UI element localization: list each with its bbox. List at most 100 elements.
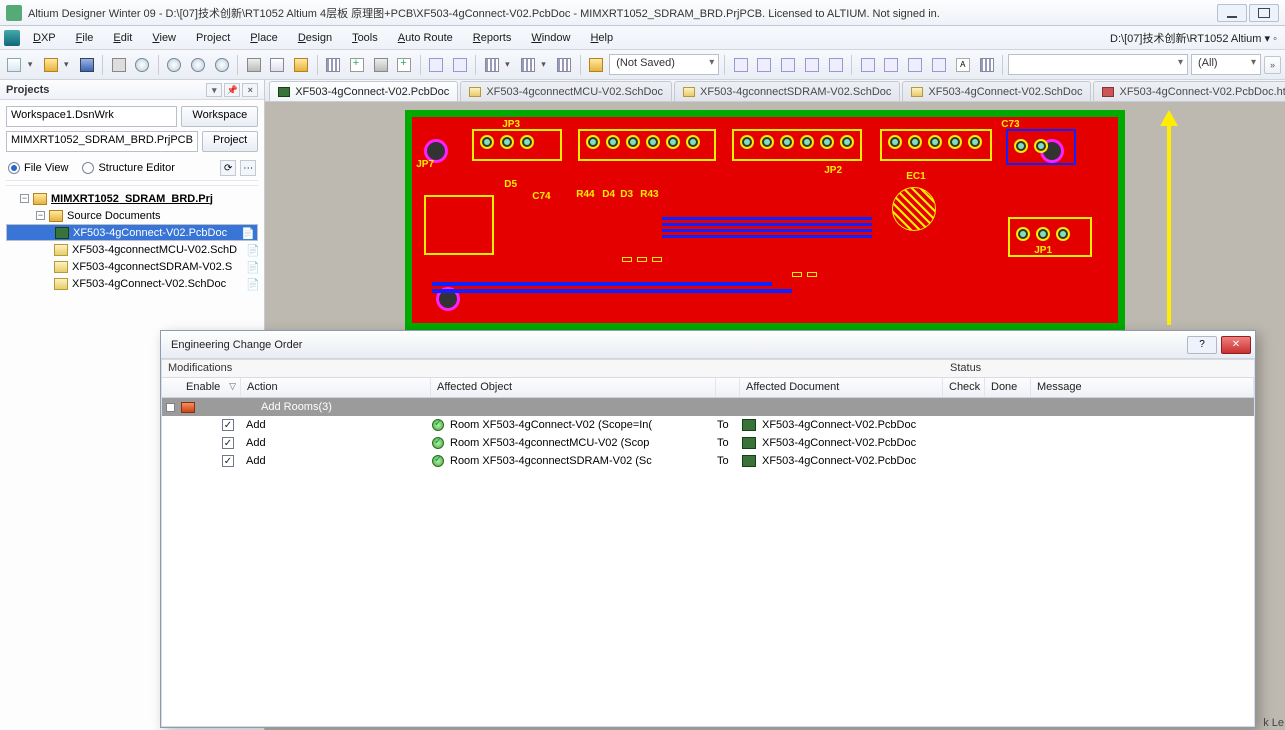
eco-row-3[interactable]: ✓ Add Room XF503-4gconnectSDRAM-V02 (Sc … xyxy=(162,452,1254,470)
menu-autoroute[interactable]: Auto Route xyxy=(389,29,462,47)
place-poly[interactable] xyxy=(929,54,950,76)
col-enable[interactable]: Enable▽ xyxy=(162,378,241,397)
fileview-radio[interactable] xyxy=(8,162,20,174)
undo-button[interactable] xyxy=(426,54,447,76)
eco-row-1[interactable]: ✓ Add Room XF503-4gConnect-V02 (Scope=In… xyxy=(162,416,1254,434)
filter-dropdown[interactable] xyxy=(1008,54,1188,75)
clear[interactable] xyxy=(394,54,415,76)
print-button[interactable] xyxy=(108,54,129,76)
col-affdoc[interactable]: Affected Document xyxy=(740,378,943,397)
options-icon[interactable]: ⋯ xyxy=(240,160,256,176)
menu-help[interactable]: Help xyxy=(581,29,622,47)
place-arc[interactable] xyxy=(881,54,902,76)
tb-extra-3[interactable] xyxy=(554,54,575,76)
place-dim[interactable] xyxy=(976,54,997,76)
zoom-sel[interactable] xyxy=(211,54,232,76)
menu-reports[interactable]: Reports xyxy=(464,29,521,47)
snapshot-dropdown[interactable]: (Not Saved) xyxy=(609,54,719,75)
structure-radio[interactable] xyxy=(82,162,94,174)
col-msg[interactable]: Message xyxy=(1031,378,1254,397)
col-check[interactable]: Check xyxy=(943,378,985,397)
toggle-icon[interactable]: − xyxy=(20,194,29,203)
save-button[interactable] xyxy=(76,54,97,76)
tree-doc-pcb[interactable]: XF503-4gConnect-V02.PcbDoc 📄 xyxy=(6,224,258,241)
menu-edit[interactable]: Edit xyxy=(104,29,141,47)
enable-checkbox[interactable]: ✓ xyxy=(222,455,234,467)
tb-extra-1d[interactable]: ▾ xyxy=(505,59,514,70)
tree-doc-sch1[interactable]: XF503-4gconnectMCU-V02.SchD 📄 xyxy=(6,241,258,258)
place-via[interactable] xyxy=(802,54,823,76)
place-string[interactable]: A xyxy=(952,54,973,76)
minimize-button[interactable] xyxy=(1217,4,1247,22)
toolbar-overflow[interactable]: » xyxy=(1264,56,1281,74)
eco-help-button[interactable]: ? xyxy=(1187,336,1217,354)
menu-path[interactable]: D:\[07]技术创新\RT1052 Altium ▾ ◦ xyxy=(1110,30,1285,46)
redo-button[interactable] xyxy=(450,54,471,76)
col-action[interactable]: Action xyxy=(241,378,431,397)
tab-htm[interactable]: XF503-4gConnect-V02.PcbDoc.htm xyxy=(1093,81,1285,101)
eco-subheader: Modifications Status xyxy=(162,360,1254,378)
all-dropdown[interactable]: (All) xyxy=(1191,54,1261,75)
menu-design[interactable]: Design xyxy=(289,29,341,47)
tree-doc-sch2[interactable]: XF503-4gconnectSDRAM-V02.S 📄 xyxy=(6,258,258,275)
menu-place[interactable]: Place xyxy=(241,29,287,47)
panel-dropdown-button[interactable]: ▾ xyxy=(206,83,222,97)
browse-button[interactable] xyxy=(585,54,606,76)
menu-dxp[interactable]: DXP xyxy=(24,29,65,47)
place-fill[interactable] xyxy=(905,54,926,76)
tab-schdoc2[interactable]: XF503-4gconnectSDRAM-V02.SchDoc xyxy=(674,81,900,101)
refresh-icon[interactable]: ⟳ xyxy=(220,160,236,176)
menu-file[interactable]: File xyxy=(67,29,103,47)
eco-group-row[interactable]: − Add Rooms(3) xyxy=(162,398,1254,416)
workspace-select[interactable]: Workspace1.DsnWrk xyxy=(6,106,177,127)
enable-checkbox[interactable]: ✓ xyxy=(222,437,234,449)
tb-extra-1[interactable] xyxy=(481,54,502,76)
eco-row-2[interactable]: ✓ Add Room XF503-4gconnectMCU-V02 (Scop … xyxy=(162,434,1254,452)
col-affobj[interactable]: Affected Object xyxy=(431,378,716,397)
tree-source-docs[interactable]: − Source Documents xyxy=(6,207,258,224)
paste-button[interactable] xyxy=(291,54,312,76)
document-tabs: XF503-4gConnect-V02.PcbDoc XF503-4gconne… xyxy=(265,80,1285,102)
preview-button[interactable] xyxy=(132,54,153,76)
eco-rows: − Add Rooms(3) ✓ Add Room XF503-4gConnec… xyxy=(162,398,1254,726)
place-line[interactable] xyxy=(857,54,878,76)
col-done[interactable]: Done xyxy=(985,378,1031,397)
zoom-area[interactable] xyxy=(164,54,185,76)
project-button[interactable]: Project xyxy=(202,131,258,152)
menu-window[interactable]: Window xyxy=(522,29,579,47)
zoom-fit[interactable] xyxy=(188,54,209,76)
enable-checkbox[interactable]: ✓ xyxy=(222,419,234,431)
cut-button[interactable] xyxy=(243,54,264,76)
maximize-button[interactable] xyxy=(1249,4,1279,22)
workspace-button[interactable]: Workspace xyxy=(181,106,258,127)
route-track[interactable] xyxy=(730,54,751,76)
menu-project[interactable]: Project xyxy=(187,29,239,47)
toggle-icon[interactable]: − xyxy=(36,211,45,220)
open-dropdown[interactable]: ▾ xyxy=(64,59,73,70)
tb-extra-2d[interactable]: ▾ xyxy=(541,59,550,70)
panel-close-button[interactable]: × xyxy=(242,83,258,97)
move-sel[interactable] xyxy=(346,54,367,76)
project-field[interactable]: MIMXRT1052_SDRAM_BRD.PrjPCB xyxy=(6,131,198,152)
tab-pcbdoc[interactable]: XF503-4gConnect-V02.PcbDoc xyxy=(269,81,458,101)
tab-schdoc1[interactable]: XF503-4gconnectMCU-V02.SchDoc xyxy=(460,81,672,101)
menu-tools[interactable]: Tools xyxy=(343,29,387,47)
tab-schdoc3[interactable]: XF503-4gConnect-V02.SchDoc xyxy=(902,81,1091,101)
tb-extra-2[interactable] xyxy=(517,54,538,76)
place-pad[interactable] xyxy=(825,54,846,76)
new-button[interactable] xyxy=(4,54,25,76)
panel-pin-button[interactable]: 📌 xyxy=(224,83,240,97)
route-diff[interactable] xyxy=(754,54,775,76)
tree-project[interactable]: − MIMXRT1052_SDRAM_BRD.Prj xyxy=(6,190,258,207)
menu-view[interactable]: View xyxy=(143,29,185,47)
eco-titlebar[interactable]: Engineering Change Order ? ✕ xyxy=(161,331,1255,359)
route-multi[interactable] xyxy=(778,54,799,76)
select-inside[interactable] xyxy=(323,54,344,76)
new-dropdown[interactable]: ▾ xyxy=(28,59,37,70)
expander-icon[interactable]: − xyxy=(166,403,175,412)
tree-doc-sch3[interactable]: XF503-4gConnect-V02.SchDoc 📄 xyxy=(6,275,258,292)
copy-button[interactable] xyxy=(267,54,288,76)
deselect[interactable] xyxy=(370,54,391,76)
open-button[interactable] xyxy=(40,54,61,76)
eco-close-button[interactable]: ✕ xyxy=(1221,336,1251,354)
